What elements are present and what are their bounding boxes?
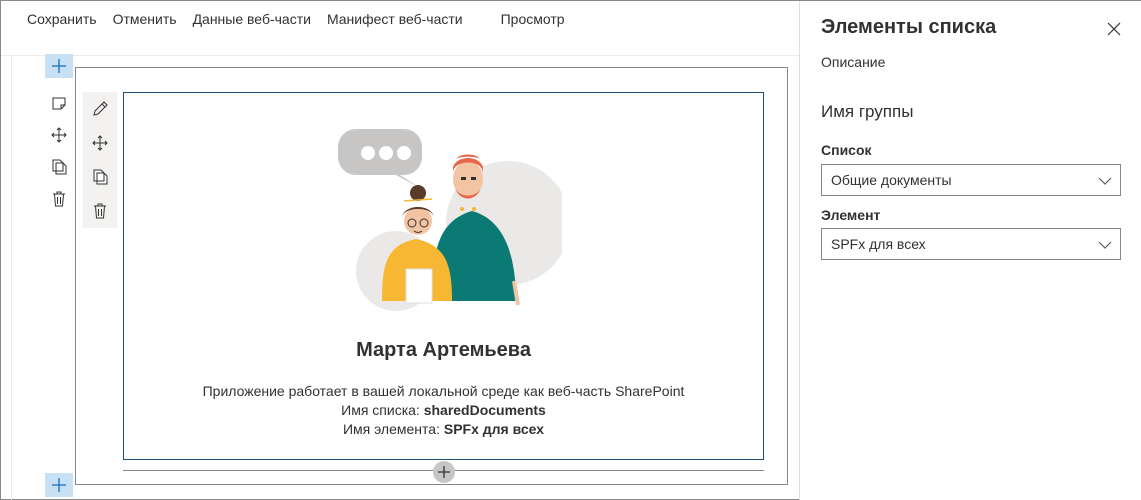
- trash-icon: [94, 203, 106, 219]
- edit-webpart-button[interactable]: [83, 92, 117, 126]
- duplicate-icon: [52, 159, 67, 175]
- add-section-bottom-button[interactable]: [45, 473, 73, 497]
- list-name-line: Имя списка: sharedDocuments: [124, 401, 763, 420]
- list-dropdown-value: Общие документы: [831, 172, 952, 188]
- property-pane: Элементы списка Описание Имя группы Спис…: [799, 1, 1141, 500]
- list-field-label: Список: [821, 142, 872, 158]
- plus-icon: [438, 466, 450, 478]
- delete-webpart-button[interactable]: [83, 194, 117, 228]
- close-icon: [1107, 22, 1121, 36]
- item-dropdown[interactable]: SPFx для всех: [821, 228, 1121, 260]
- edit-icon: [93, 101, 108, 116]
- edit-section-button[interactable]: [47, 87, 71, 119]
- webpart-toolbar: [83, 92, 117, 228]
- delete-section-button[interactable]: [47, 183, 71, 215]
- save-button[interactable]: Сохранить: [1, 11, 105, 27]
- item-dropdown-value: SPFx для всех: [831, 236, 926, 252]
- add-section-top-button[interactable]: [45, 54, 73, 78]
- command-bar: Сохранить Отменить Данные веб-части Мани…: [1, 1, 799, 37]
- preview-button[interactable]: Просмотр: [493, 11, 573, 27]
- add-webpart-button[interactable]: [433, 461, 455, 483]
- trash-icon: [53, 191, 65, 207]
- webpart-title: Марта Артемьева: [356, 339, 531, 361]
- webpart[interactable]: Марта Артемьева Приложение работает в ва…: [123, 92, 764, 460]
- item-name-value: SPFx для всех: [443, 421, 545, 437]
- duplicate-webpart-button[interactable]: [83, 160, 117, 194]
- people-illustration: [338, 129, 562, 311]
- webpart-manifest-button[interactable]: Манифест веб-части: [319, 11, 471, 27]
- edit-section-icon: [52, 97, 66, 110]
- webpart-description: Приложение работает в вашей локальной ср…: [124, 382, 763, 439]
- duplicate-section-button[interactable]: [47, 151, 71, 183]
- list-dropdown[interactable]: Общие документы: [821, 164, 1121, 196]
- cancel-button[interactable]: Отменить: [105, 11, 185, 27]
- chevron-down-icon: [1098, 241, 1112, 249]
- webpart-info-line: Приложение работает в вашей локальной ср…: [202, 383, 685, 399]
- move-icon: [51, 127, 67, 143]
- pane-title: Элементы списка: [821, 16, 997, 38]
- webpart-data-button[interactable]: Данные веб-части: [185, 11, 319, 27]
- item-field-label: Элемент: [821, 207, 881, 223]
- canvas-divider: [11, 55, 12, 500]
- plus-icon: [52, 59, 66, 73]
- list-name-value: sharedDocuments: [423, 402, 546, 418]
- move-icon: [92, 135, 108, 151]
- pane-description: Описание: [821, 54, 886, 70]
- item-name-label: Имя элемента:: [342, 421, 444, 437]
- group-name: Имя группы: [821, 102, 914, 121]
- duplicate-icon: [93, 169, 108, 185]
- chevron-down-icon: [1098, 177, 1112, 185]
- move-section-button[interactable]: [47, 119, 71, 151]
- list-name-label: Имя списка:: [341, 402, 424, 418]
- item-name-line: Имя элемента: SPFx для всех: [124, 420, 763, 439]
- close-pane-button[interactable]: [1100, 15, 1128, 43]
- plus-icon: [52, 478, 66, 492]
- section-toolbar: [47, 87, 71, 215]
- move-webpart-button[interactable]: [83, 126, 117, 160]
